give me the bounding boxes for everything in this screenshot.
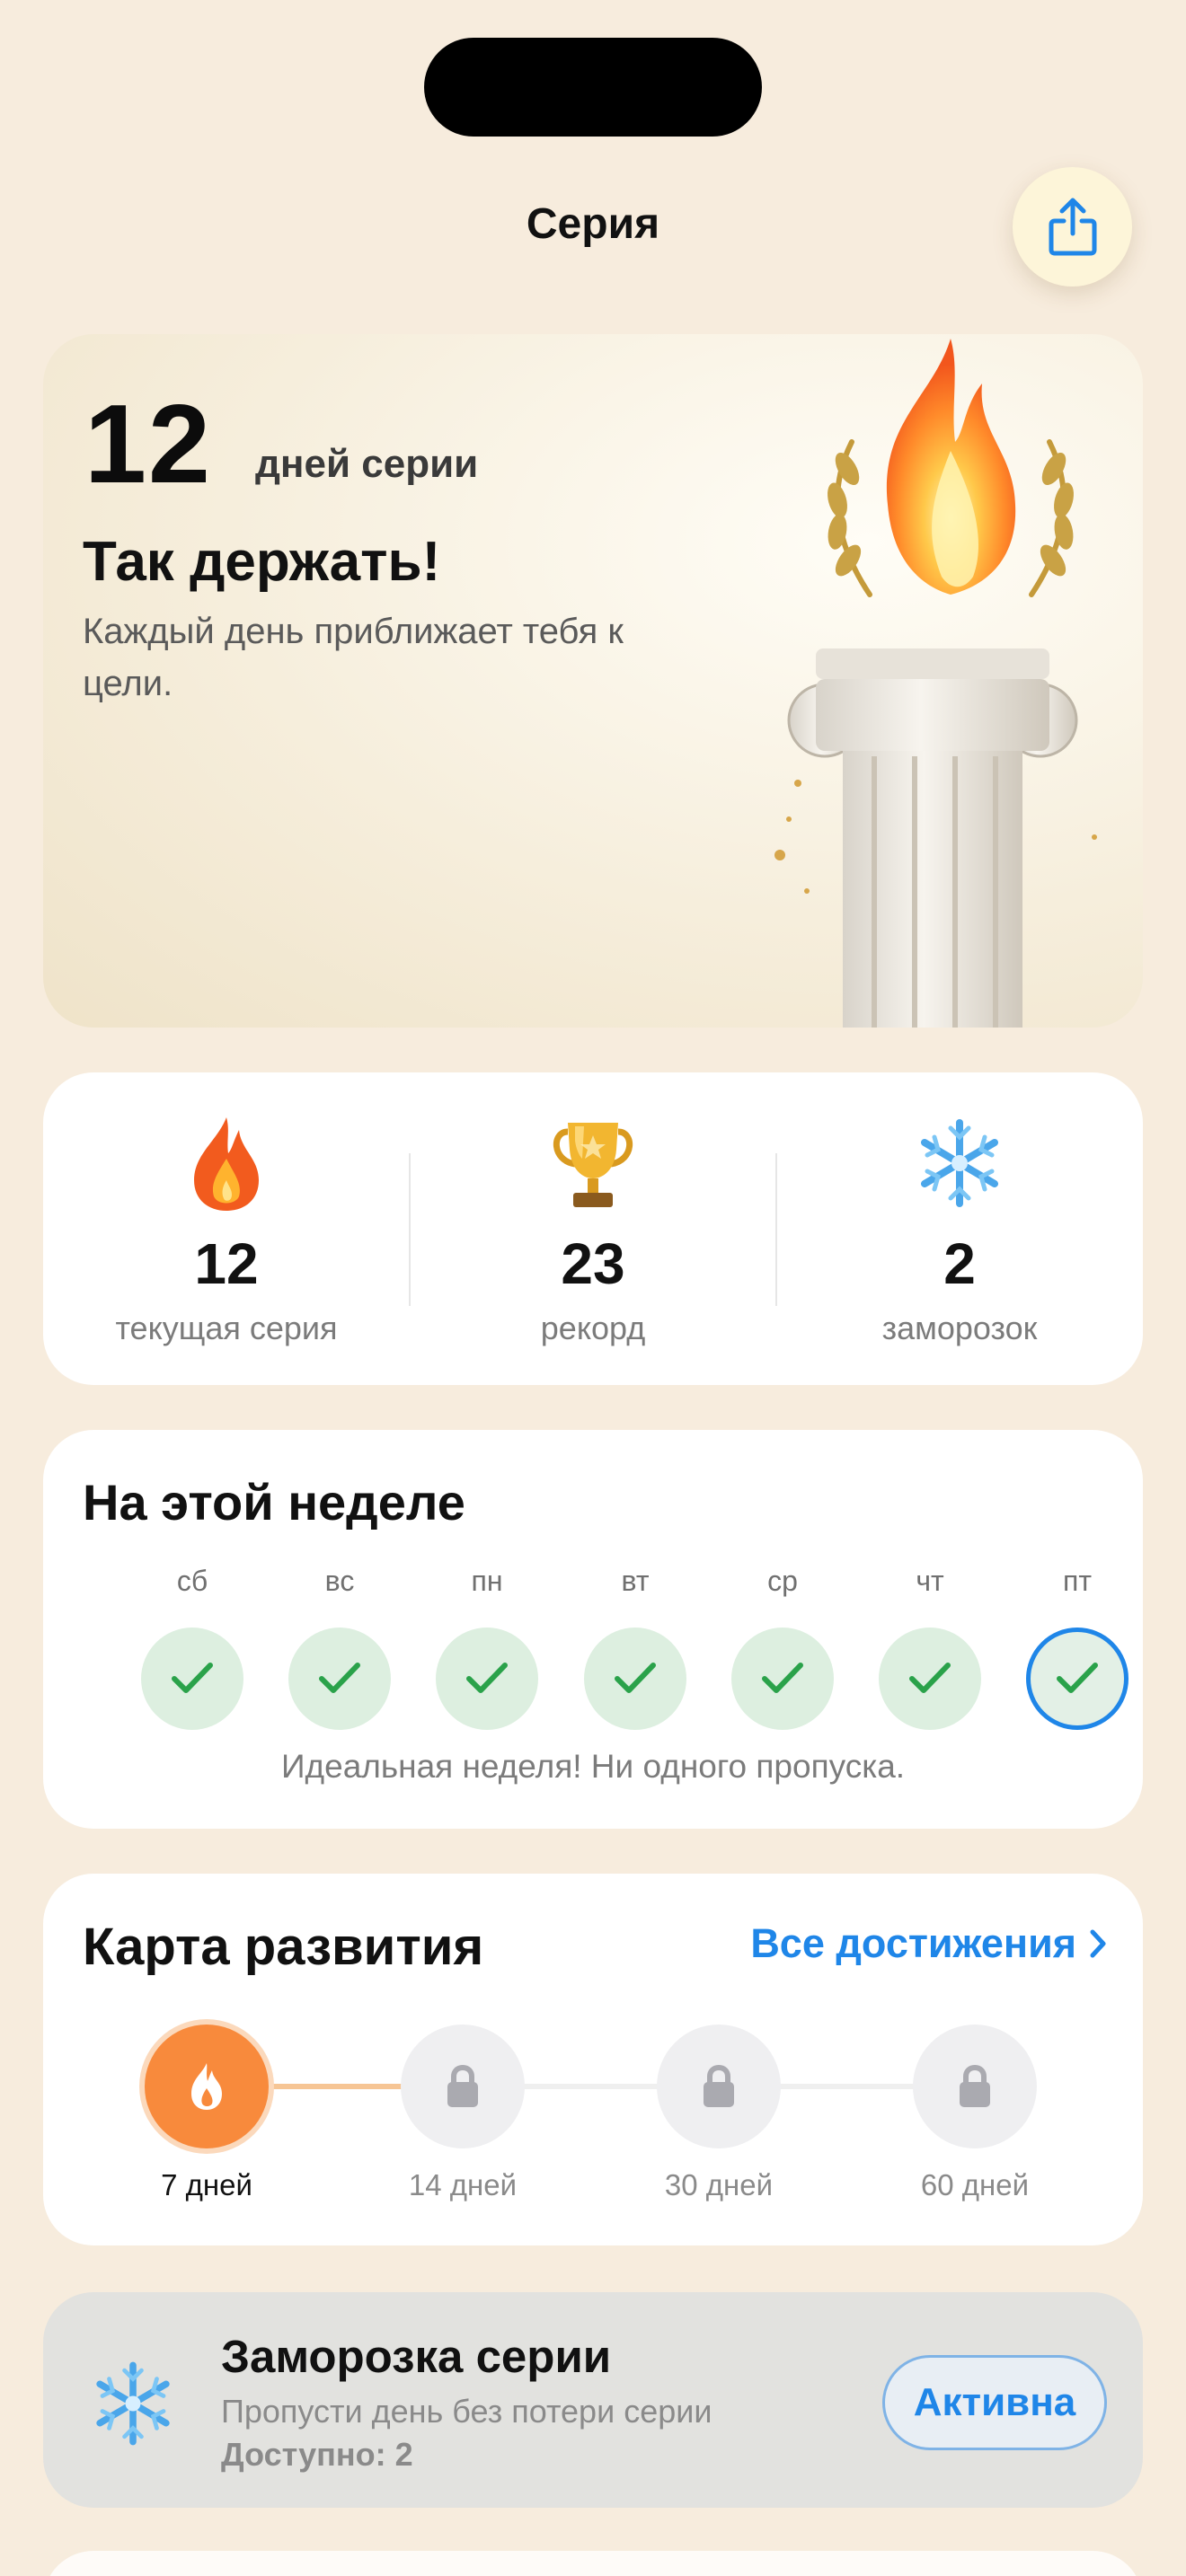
day-item-today: пт: [1024, 1565, 1130, 1730]
lock-icon: [447, 2064, 478, 2107]
day-status-today: [1026, 1628, 1128, 1730]
streak-freeze-card: Заморозка серии Пропусти день без потери…: [43, 2292, 1143, 2508]
day-item: вс: [287, 1565, 393, 1730]
fire-icon: [194, 1117, 259, 1211]
page-title: Серия: [526, 200, 660, 248]
fire-icon: [191, 2063, 222, 2110]
day-label: сб: [176, 1565, 208, 1597]
streak-hero-card: 12 дней серии Так держать! Каждый день п…: [43, 334, 1143, 1028]
day-status: [584, 1628, 686, 1730]
milestone-60-days[interactable]: 60 дней: [885, 2025, 1065, 2202]
stat-record-label: рекорд: [540, 1310, 646, 1346]
freeze-available: Доступно: 2: [221, 2436, 413, 2473]
check-icon: [466, 1663, 508, 1693]
stat-record: 23 рекорд: [410, 1072, 776, 1385]
week-title: На этой неделе: [83, 1474, 465, 1531]
stat-current-streak-label: текущая серия: [115, 1310, 338, 1346]
chevron-right-icon: [1090, 1929, 1106, 1958]
trophy-icon: [553, 1123, 633, 1207]
day-status: [141, 1628, 243, 1730]
hero-subtitle: Каждый день приближает тебя к цели.: [83, 612, 624, 703]
stat-freezes-label: заморозок: [881, 1310, 1038, 1346]
next-card-peek: [43, 2551, 1143, 2576]
hero-title: Так держать!: [83, 531, 441, 593]
streak-count: 12: [84, 383, 212, 507]
all-achievements-label: Все достижения: [750, 1920, 1076, 1966]
stat-freezes: 2 заморозок: [776, 1072, 1143, 1385]
day-item: пн: [434, 1565, 540, 1730]
check-icon: [319, 1663, 360, 1693]
milestone-7-days[interactable]: 7 дней: [117, 2025, 296, 2202]
check-icon: [1057, 1663, 1098, 1693]
stat-freezes-value: 2: [943, 1231, 976, 1296]
progress-map-title: Карта развития: [83, 1918, 484, 1976]
week-card: На этой неделе сб вс пн вт ср чт пт Идеа…: [43, 1430, 1143, 1829]
milestone-label: 7 дней: [161, 2168, 252, 2201]
lock-icon: [704, 2064, 734, 2107]
milestone-label: 14 дней: [408, 2168, 518, 2201]
milestone-badge: [657, 2025, 781, 2148]
check-icon: [172, 1663, 213, 1693]
milestone-badge: [401, 2025, 525, 2148]
week-note: Идеальная неделя! Ни одного пропуска.: [280, 1748, 906, 1785]
stats-card: 12 текущая серия 23 рекорд 2 заморозок: [43, 1072, 1143, 1385]
freeze-active-button[interactable]: Активна: [882, 2355, 1107, 2450]
freeze-title: Заморозка серии: [221, 2331, 612, 2382]
milestone-14-days[interactable]: 14 дней: [373, 2025, 553, 2202]
day-status: [436, 1628, 538, 1730]
milestone-label: 60 дней: [920, 2168, 1030, 2201]
snowflake-icon: [921, 1119, 998, 1207]
freeze-subtitle: Пропусти день без потери серии: [221, 2393, 712, 2430]
lock-icon: [960, 2064, 990, 2107]
stat-current-streak: 12 текущая серия: [43, 1072, 410, 1385]
day-item: ср: [730, 1565, 836, 1730]
day-item: сб: [139, 1565, 245, 1730]
streak-screen: Серия 12 дней серии Так держать! Каждый …: [0, 0, 1186, 2576]
stat-record-value: 23: [561, 1231, 625, 1296]
dynamic-island: [424, 38, 762, 137]
day-label: ср: [767, 1565, 798, 1597]
progress-map-card: Карта развития Все достижения 7 дней 14 …: [43, 1874, 1143, 2245]
stat-current-streak-value: 12: [194, 1231, 259, 1296]
day-item: чт: [877, 1565, 983, 1730]
day-label: чт: [916, 1565, 944, 1597]
day-label: пт: [1063, 1565, 1092, 1597]
milestone-badge: [145, 2025, 269, 2148]
check-icon: [615, 1663, 656, 1693]
milestone-30-days[interactable]: 30 дней: [629, 2025, 809, 2202]
day-status: [288, 1628, 391, 1730]
all-achievements-link[interactable]: Все достижения: [750, 1920, 1107, 1967]
check-icon: [762, 1663, 803, 1693]
streak-count-label: дней серии: [255, 442, 479, 486]
torch-illustration: [774, 339, 1097, 1028]
day-label: пн: [471, 1565, 503, 1597]
milestone-label: 30 дней: [664, 2168, 774, 2201]
check-icon: [909, 1663, 951, 1693]
share-icon: [1049, 198, 1096, 255]
day-status: [731, 1628, 834, 1730]
day-label: вс: [324, 1565, 355, 1597]
day-label: вт: [621, 1565, 650, 1597]
day-item: вт: [582, 1565, 688, 1730]
share-button[interactable]: [1013, 167, 1132, 287]
snowflake-icon: [96, 2361, 170, 2446]
day-status: [879, 1628, 981, 1730]
milestone-badge: [913, 2025, 1037, 2148]
